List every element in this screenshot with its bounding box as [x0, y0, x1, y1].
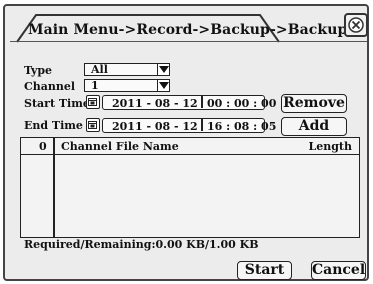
datetime-separator: [201, 119, 203, 131]
end-time[interactable]: 16 : 08 : 05: [207, 120, 276, 133]
type-label: Type: [24, 64, 53, 77]
chevron-down-icon: [159, 82, 169, 89]
column-length: Length: [308, 140, 352, 153]
channel-label: Channel: [24, 80, 76, 93]
remove-button[interactable]: Remove: [281, 94, 347, 113]
add-button[interactable]: Add: [281, 117, 347, 136]
storage-status: Required/Remaining:0.00 KB/1.00 KB: [24, 238, 259, 251]
close-icon: [348, 17, 364, 33]
start-datetime-field[interactable]: 2011 - 08 - 12 00 : 00 : 00: [102, 95, 276, 110]
end-time-label: End Time: [24, 119, 83, 132]
start-time-label: Start Time: [24, 97, 90, 110]
window-title: Main Menu->Record->Backup->Backup: [28, 22, 348, 38]
datetime-separator: [201, 96, 203, 108]
start-calendar-button[interactable]: [86, 95, 100, 109]
start-time[interactable]: 00 : 00 : 00: [207, 97, 276, 110]
title-divider: [10, 41, 367, 42]
calendar-icon: [88, 98, 97, 106]
close-button[interactable]: [344, 13, 368, 37]
start-button[interactable]: Start: [237, 261, 292, 280]
end-calendar-button[interactable]: [86, 118, 100, 132]
table-column-divider: [53, 138, 55, 237]
channel-dropdown[interactable]: 1: [84, 79, 158, 92]
column-count: 0: [39, 140, 47, 153]
backup-file-table[interactable]: 0 Channel File Name Length: [20, 137, 360, 238]
calendar-icon: [88, 121, 97, 129]
start-date[interactable]: 2011 - 08 - 12: [112, 97, 198, 110]
type-dropdown[interactable]: All: [84, 63, 158, 76]
column-channel-file-name: Channel File Name: [61, 140, 179, 153]
chevron-down-icon: [159, 66, 169, 73]
cancel-button[interactable]: Cancel: [311, 261, 366, 280]
channel-dropdown-arrow[interactable]: [157, 79, 170, 92]
end-date[interactable]: 2011 - 08 - 12: [112, 120, 198, 133]
backup-dialog: Main Menu->Record->Backup->Backup Type A…: [3, 4, 369, 281]
type-dropdown-arrow[interactable]: [157, 63, 170, 76]
end-datetime-field[interactable]: 2011 - 08 - 12 16 : 08 : 05: [102, 118, 276, 133]
table-header: 0 Channel File Name Length: [21, 138, 359, 155]
